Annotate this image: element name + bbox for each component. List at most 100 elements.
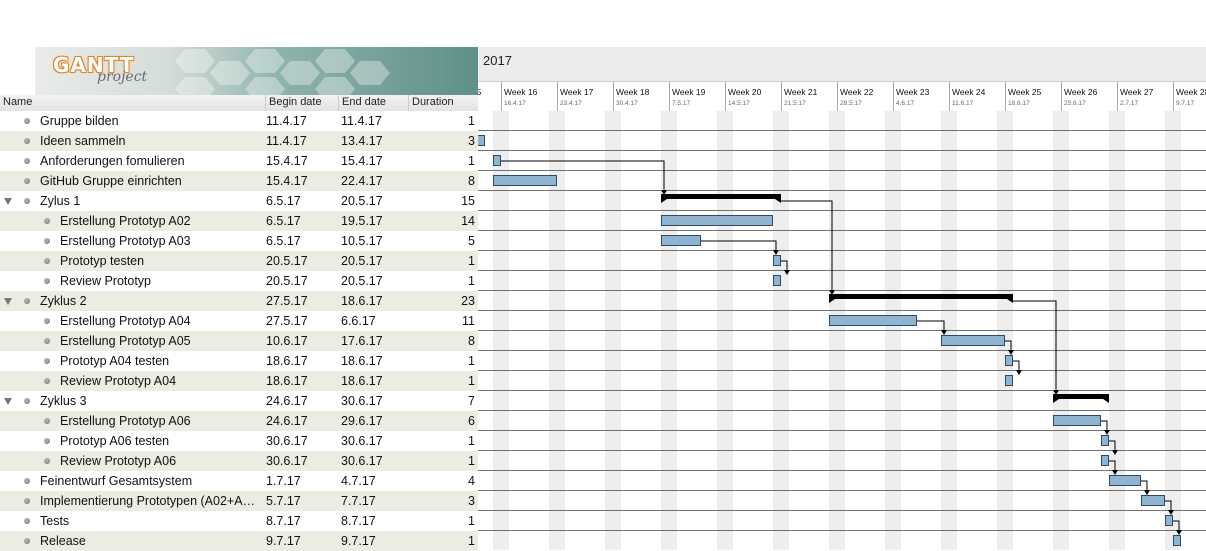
task-duration: 1 bbox=[468, 434, 475, 448]
week-column-header: Week 159.4.17 bbox=[478, 82, 501, 111]
task-end-date: 8.7.17 bbox=[341, 514, 376, 528]
week-label: Week 15 bbox=[478, 87, 482, 97]
task-name: Release bbox=[40, 534, 86, 548]
task-row[interactable]: Prototyp A06 testen 30.6.17 30.6.17 1 bbox=[0, 431, 478, 451]
week-date: 2.7.17 bbox=[1120, 100, 1139, 107]
task-row[interactable]: Zyklus 3 24.6.17 30.6.17 7 bbox=[0, 391, 478, 411]
column-header-begin-date[interactable]: Begin date bbox=[265, 95, 338, 111]
task-bar bbox=[1173, 535, 1181, 546]
task-duration: 5 bbox=[468, 234, 475, 248]
week-column-header: Week 26 25.6.17 bbox=[1061, 82, 1117, 111]
task-row[interactable]: Review Prototyp A06 30.6.17 30.6.17 1 bbox=[0, 451, 478, 471]
task-name-cell: Prototyp A06 testen bbox=[0, 431, 265, 451]
week-date: 9.7.17 bbox=[1176, 100, 1195, 107]
task-bar bbox=[829, 315, 917, 326]
task-name: Implementierung Prototypen (A02+A… bbox=[40, 494, 256, 508]
task-table: Gruppe bilden 11.4.17 11.4.17 1 Ideen sammel… bbox=[0, 111, 478, 551]
task-begin-date: 5.7.17 bbox=[266, 494, 301, 508]
week-column-header: Week 24 11.6.17 bbox=[949, 82, 1005, 111]
task-bar bbox=[1005, 375, 1013, 386]
gantt-chart-area[interactable] bbox=[478, 111, 1206, 550]
task-duration: 1 bbox=[468, 254, 475, 268]
task-name: Feinentwurf Gesamtsystem bbox=[40, 474, 193, 488]
task-row[interactable]: Erstellung Prototyp A03 6.5.17 10.5.17 5 bbox=[0, 231, 478, 251]
task-duration: 7 bbox=[468, 394, 475, 408]
task-bar bbox=[661, 215, 773, 226]
task-row[interactable]: Implementierung Prototypen (A02+A… 5.7.17… bbox=[0, 491, 478, 511]
task-end-date: 30.6.17 bbox=[341, 434, 383, 448]
task-end-date: 22.4.17 bbox=[341, 174, 383, 188]
column-header-name[interactable]: Name bbox=[0, 95, 265, 111]
task-name: Prototyp A06 testen bbox=[60, 434, 170, 448]
week-date: 4.6.17 bbox=[896, 100, 915, 107]
task-end-date: 20.5.17 bbox=[341, 194, 383, 208]
dependency-arrow bbox=[701, 240, 777, 253]
task-row[interactable]: Review Prototyp A04 18.6.17 18.6.17 1 bbox=[0, 371, 478, 391]
dependency-arrowhead bbox=[1144, 490, 1150, 495]
task-row[interactable]: Zylus 1 6.5.17 20.5.17 15 bbox=[0, 191, 478, 211]
week-label: Week 19 bbox=[672, 87, 706, 97]
task-row[interactable]: Anforderungen fomulieren 15.4.17 15.4.17 1 bbox=[0, 151, 478, 171]
dependency-arrow bbox=[917, 320, 945, 333]
task-name-cell: Release bbox=[0, 531, 265, 551]
task-row[interactable]: Erstellung Prototyp A02 6.5.17 19.5.17 14 bbox=[0, 211, 478, 231]
task-row[interactable]: Prototyp testen 20.5.17 20.5.17 1 bbox=[0, 251, 478, 271]
task-begin-date: 27.5.17 bbox=[266, 314, 308, 328]
task-bar bbox=[493, 175, 557, 186]
task-row[interactable]: Ideen sammeln 11.4.17 13.4.17 3 bbox=[0, 131, 478, 151]
task-name: Zylus 1 bbox=[40, 194, 81, 208]
task-begin-date: 30.6.17 bbox=[266, 434, 308, 448]
task-bar bbox=[493, 155, 501, 166]
task-name-cell: Feinentwurf Gesamtsystem bbox=[0, 471, 265, 491]
task-duration: 1 bbox=[468, 114, 475, 128]
task-name-cell: Review Prototyp bbox=[0, 271, 265, 291]
task-bar bbox=[1109, 475, 1141, 486]
task-bullet-icon bbox=[24, 498, 30, 504]
task-duration: 1 bbox=[468, 154, 475, 168]
task-row[interactable]: Erstellung Prototyp A04 27.5.17 6.6.17 11 bbox=[0, 311, 478, 331]
gantt-chart-svg bbox=[478, 111, 1206, 550]
summary-bar bbox=[829, 294, 1013, 299]
task-row[interactable]: Feinentwurf Gesamtsystem 1.7.17 4.7.17 4 bbox=[0, 471, 478, 491]
task-row[interactable]: GitHub Gruppe einrichten 15.4.17 22.4.17 8 bbox=[0, 171, 478, 191]
expand-triangle-icon[interactable] bbox=[4, 298, 12, 305]
task-begin-date: 20.5.17 bbox=[266, 254, 308, 268]
column-header-end-date[interactable]: End date bbox=[338, 95, 408, 111]
task-row[interactable]: Gruppe bilden 11.4.17 11.4.17 1 bbox=[0, 111, 478, 131]
task-bar bbox=[1101, 435, 1109, 446]
task-name: Erstellung Prototyp A04 bbox=[60, 314, 191, 328]
task-name: Gruppe bilden bbox=[40, 114, 119, 128]
task-bar bbox=[478, 135, 485, 146]
task-end-date: 15.4.17 bbox=[341, 154, 383, 168]
task-row[interactable]: Prototyp A04 testen 18.6.17 18.6.17 1 bbox=[0, 351, 478, 371]
task-bullet-icon bbox=[44, 318, 50, 324]
task-row[interactable]: Erstellung Prototyp A06 24.6.17 29.6.17 6 bbox=[0, 411, 478, 431]
week-label: Week 27 bbox=[1120, 87, 1154, 97]
task-duration: 1 bbox=[468, 534, 475, 548]
task-begin-date: 27.5.17 bbox=[266, 294, 308, 308]
task-begin-date: 24.6.17 bbox=[266, 414, 308, 428]
task-end-date: 29.6.17 bbox=[341, 414, 383, 428]
task-begin-date: 1.7.17 bbox=[266, 474, 301, 488]
task-end-date: 4.7.17 bbox=[341, 474, 376, 488]
week-label: Week 20 bbox=[728, 87, 762, 97]
task-end-date: 6.6.17 bbox=[341, 314, 376, 328]
task-row[interactable]: Release 9.7.17 9.7.17 1 bbox=[0, 531, 478, 551]
task-row[interactable]: Tests 8.7.17 8.7.17 1 bbox=[0, 511, 478, 531]
task-name: Anforderungen fomulieren bbox=[40, 154, 185, 168]
task-duration: 14 bbox=[461, 214, 475, 228]
expand-triangle-icon[interactable] bbox=[4, 398, 12, 405]
task-table-header: Name Begin date End date Duration bbox=[0, 95, 478, 111]
task-row[interactable]: Zyklus 2 27.5.17 18.6.17 23 bbox=[0, 291, 478, 311]
task-end-date: 18.6.17 bbox=[341, 354, 383, 368]
expand-triangle-icon[interactable] bbox=[4, 198, 12, 205]
week-column-header: Week 28 9.7.17 bbox=[1173, 82, 1206, 111]
week-column-header: Week 16 16.4.17 bbox=[501, 82, 557, 111]
task-bullet-icon bbox=[24, 158, 30, 164]
task-row[interactable]: Review Prototyp 20.5.17 20.5.17 1 bbox=[0, 271, 478, 291]
week-label: Week 26 bbox=[1064, 87, 1098, 97]
week-label: Week 25 bbox=[1008, 87, 1042, 97]
task-end-date: 13.4.17 bbox=[341, 134, 383, 148]
column-header-duration[interactable]: Duration bbox=[408, 95, 478, 111]
task-row[interactable]: Erstellung Prototyp A05 10.6.17 17.6.17 8 bbox=[0, 331, 478, 351]
